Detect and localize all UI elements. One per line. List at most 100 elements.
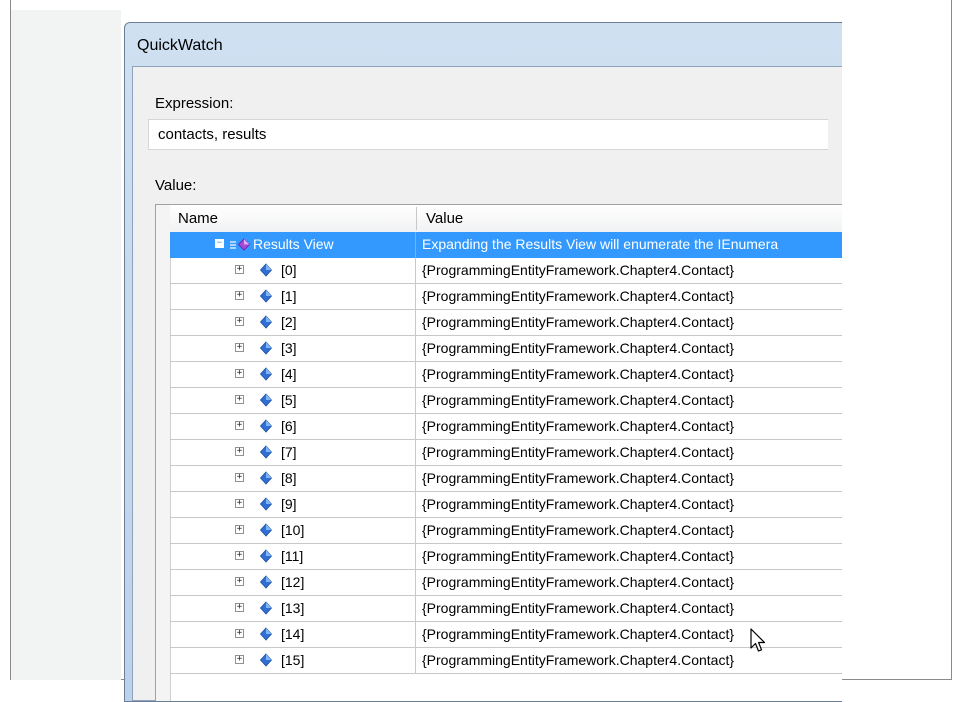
row-name: [1] xyxy=(281,288,297,304)
row-value: Expanding the Results View will enumerat… xyxy=(422,236,779,252)
field-diamond-icon xyxy=(259,367,273,381)
field-diamond-icon xyxy=(259,523,273,537)
column-header-value[interactable]: Value xyxy=(426,205,463,232)
expand-icon[interactable]: + xyxy=(235,551,244,560)
item-row[interactable]: + [8] {ProgrammingEntityFramework.Chapter4… xyxy=(170,466,842,492)
item-row[interactable]: + [10] {ProgrammingEntityFramework.Chapter… xyxy=(170,518,842,544)
row-value: {ProgrammingEntityFramework.Chapter4.Con… xyxy=(422,340,735,356)
row-value: {ProgrammingEntityFramework.Chapter4.Con… xyxy=(422,496,735,512)
row-name: [3] xyxy=(281,340,297,356)
item-row[interactable]: + [4] {ProgrammingEntityFramework.Chapter4… xyxy=(170,362,842,388)
expand-icon[interactable]: + xyxy=(235,473,244,482)
expand-icon[interactable]: + xyxy=(235,395,244,404)
item-row[interactable]: + [15] {ProgrammingEntityFramework.Chapter… xyxy=(170,648,842,674)
grid-header: Name Value xyxy=(170,205,842,233)
name-cell: + [10] xyxy=(170,518,416,544)
item-row[interactable]: + [9] {ProgrammingEntityFramework.Chapter4… xyxy=(170,492,842,518)
row-value: {ProgrammingEntityFramework.Chapter4.Con… xyxy=(422,418,735,434)
column-header-name[interactable]: Name xyxy=(178,205,218,232)
row-name: [2] xyxy=(281,314,297,330)
item-row[interactable]: + [5] {ProgrammingEntityFramework.Chapter4… xyxy=(170,388,842,414)
row-name: [10] xyxy=(281,522,305,538)
results-view-row[interactable]: − Results View Expanding the Results View … xyxy=(170,232,842,258)
row-value: {ProgrammingEntityFramework.Chapter4.Con… xyxy=(422,262,735,278)
row-name: [5] xyxy=(281,392,297,408)
expression-label: Expression: xyxy=(155,95,234,112)
name-cell: + [0] xyxy=(170,258,416,284)
item-row[interactable]: + [1] {ProgrammingEntityFramework.Chapter4… xyxy=(170,284,842,310)
row-value: {ProgrammingEntityFramework.Chapter4.Con… xyxy=(422,444,735,460)
name-cell: + [12] xyxy=(170,570,416,596)
expand-icon[interactable]: + xyxy=(235,499,244,508)
field-diamond-icon xyxy=(259,601,273,615)
expand-icon[interactable]: + xyxy=(235,655,244,664)
field-diamond-icon xyxy=(259,471,273,485)
field-diamond-icon xyxy=(259,497,273,511)
row-name: [0] xyxy=(281,262,297,278)
field-diamond-icon xyxy=(259,627,273,641)
title-bar[interactable]: QuickWatch xyxy=(125,23,842,67)
item-row[interactable]: + [3] {ProgrammingEntityFramework.Chapter4… xyxy=(170,336,842,362)
item-row[interactable]: + [12] {ProgrammingEntityFramework.Chapter… xyxy=(170,570,842,596)
name-cell: + [14] xyxy=(170,622,416,648)
expand-icon[interactable]: + xyxy=(235,577,244,586)
name-cell: + [3] xyxy=(170,336,416,362)
row-value: {ProgrammingEntityFramework.Chapter4.Con… xyxy=(422,626,735,642)
row-value: {ProgrammingEntityFramework.Chapter4.Con… xyxy=(422,314,735,330)
expand-icon[interactable]: + xyxy=(235,603,244,612)
field-diamond-icon xyxy=(259,575,273,589)
field-diamond-icon xyxy=(259,445,273,459)
row-name: [8] xyxy=(281,470,297,486)
name-cell: + [15] xyxy=(170,648,416,674)
row-name: [14] xyxy=(281,626,305,642)
expand-icon[interactable]: + xyxy=(235,447,244,456)
collapse-icon[interactable]: − xyxy=(215,239,224,248)
field-diamond-icon xyxy=(259,419,273,433)
name-cell: + [8] xyxy=(170,466,416,492)
row-value: {ProgrammingEntityFramework.Chapter4.Con… xyxy=(422,288,735,304)
column-divider[interactable] xyxy=(416,207,417,230)
item-row[interactable]: + [2] {ProgrammingEntityFramework.Chapter4… xyxy=(170,310,842,336)
item-row[interactable]: + [11] {ProgrammingEntityFramework.Chapter… xyxy=(170,544,842,570)
expand-icon[interactable]: + xyxy=(235,265,244,274)
row-name: [13] xyxy=(281,600,305,616)
row-value: {ProgrammingEntityFramework.Chapter4.Con… xyxy=(422,600,735,616)
name-cell: + [2] xyxy=(170,310,416,336)
row-value: {ProgrammingEntityFramework.Chapter4.Con… xyxy=(422,548,735,564)
name-cell: + [11] xyxy=(170,544,416,570)
background-window-strip xyxy=(11,10,121,680)
expand-icon[interactable]: + xyxy=(235,343,244,352)
row-name: [11] xyxy=(281,548,304,564)
expression-input[interactable] xyxy=(148,119,828,150)
value-label: Value: xyxy=(155,177,197,194)
expand-icon[interactable]: + xyxy=(235,291,244,300)
field-diamond-icon xyxy=(259,263,273,277)
field-diamond-icon xyxy=(259,393,273,407)
expand-icon[interactable]: + xyxy=(235,421,244,430)
row-value: {ProgrammingEntityFramework.Chapter4.Con… xyxy=(422,470,735,486)
item-row[interactable]: + [14] {ProgrammingEntityFramework.Chapter… xyxy=(170,622,842,648)
row-name: [6] xyxy=(281,418,297,434)
name-cell: + [1] xyxy=(170,284,416,310)
row-value: {ProgrammingEntityFramework.Chapter4.Con… xyxy=(422,522,735,538)
row-name: [12] xyxy=(281,574,305,590)
window-title: QuickWatch xyxy=(137,37,223,54)
name-cell: + [5] xyxy=(170,388,416,414)
expand-icon[interactable]: + xyxy=(235,629,244,638)
field-diamond-icon xyxy=(259,341,273,355)
name-cell: + [6] xyxy=(170,414,416,440)
item-row[interactable]: + [13] {ProgrammingEntityFramework.Chapter… xyxy=(170,596,842,622)
row-name: [15] xyxy=(281,652,305,668)
item-row[interactable]: + [0] {ProgrammingEntityFramework.Chapter4… xyxy=(170,258,842,284)
row-name: [4] xyxy=(281,366,297,382)
expand-icon[interactable]: + xyxy=(235,525,244,534)
item-row[interactable]: + [7] {ProgrammingEntityFramework.Chapter4… xyxy=(170,440,842,466)
expand-icon[interactable]: + xyxy=(235,369,244,378)
results-view-icon xyxy=(230,238,251,251)
row-value: {ProgrammingEntityFramework.Chapter4.Con… xyxy=(422,392,735,408)
row-value: {ProgrammingEntityFramework.Chapter4.Con… xyxy=(422,366,735,382)
quickwatch-window: QuickWatch Expression: Value: Name Value… xyxy=(124,22,842,702)
expand-icon[interactable]: + xyxy=(235,317,244,326)
item-row[interactable]: + [6] {ProgrammingEntityFramework.Chapter4… xyxy=(170,414,842,440)
row-value: {ProgrammingEntityFramework.Chapter4.Con… xyxy=(422,652,735,668)
